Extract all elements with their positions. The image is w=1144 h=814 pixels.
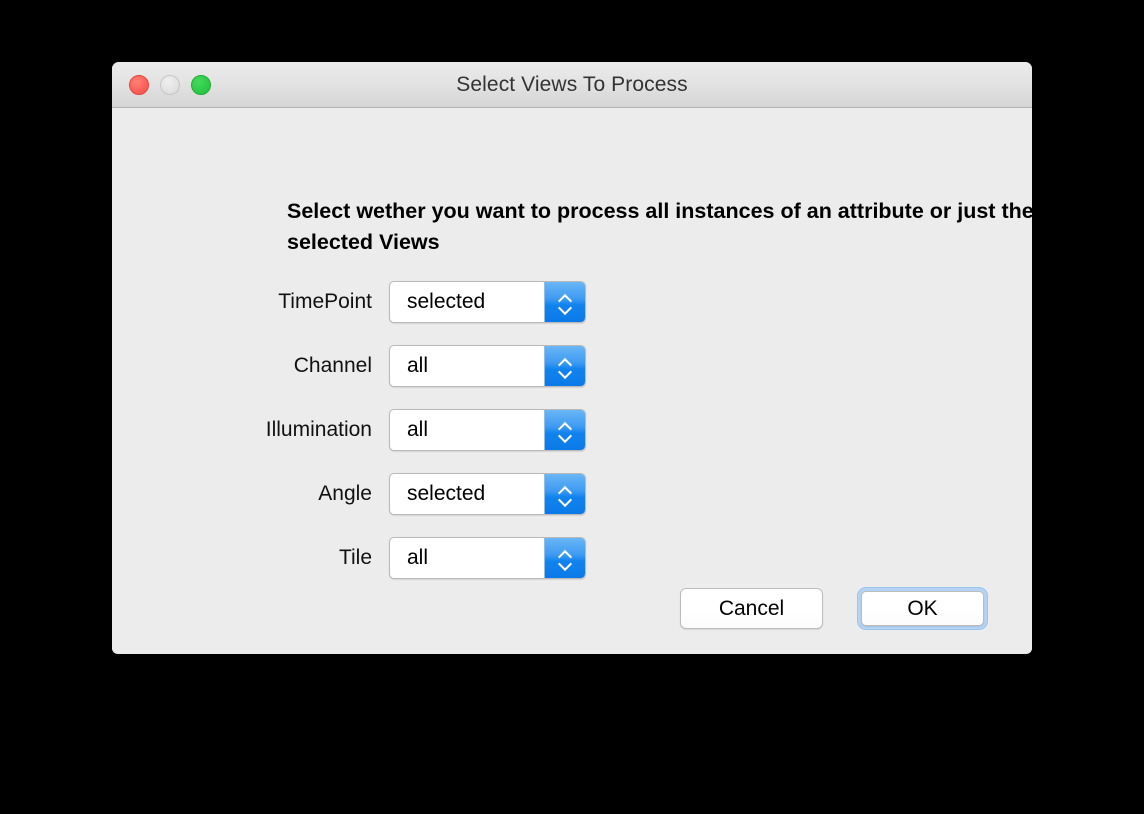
select-channel-value: all: [407, 354, 429, 377]
chevron-up-icon: [559, 294, 572, 301]
attribute-rows: TimePoint selected Channel all Illuminat…: [112, 270, 1032, 590]
chevron-up-icon: [559, 550, 572, 557]
chevron-up-icon: [559, 486, 572, 493]
select-timepoint[interactable]: selected: [389, 281, 586, 323]
select-angle[interactable]: selected: [389, 473, 586, 515]
dialog-heading: Select wether you want to process all in…: [287, 199, 1032, 254]
window-title: Select Views To Process: [456, 73, 688, 96]
row-timepoint: TimePoint selected: [112, 270, 1032, 334]
chevron-down-icon: [559, 304, 572, 311]
row-angle: Angle selected: [112, 462, 1032, 526]
chevron-down-icon: [559, 432, 572, 439]
stepper-angle[interactable]: [544, 474, 585, 514]
label-tile: Tile: [338, 546, 372, 569]
row-channel: Channel all: [112, 334, 1032, 398]
chevron-down-icon: [559, 496, 572, 503]
chevron-down-icon: [559, 368, 572, 375]
label-timepoint: TimePoint: [278, 290, 372, 313]
row-tile: Tile all: [112, 526, 1032, 590]
cancel-button[interactable]: Cancel: [680, 588, 823, 629]
row-illumination: Illumination all: [112, 398, 1032, 462]
chevron-up-icon: [559, 358, 572, 365]
select-illumination-value: all: [407, 418, 429, 441]
stepper-timepoint[interactable]: [544, 282, 585, 322]
chevron-down-icon: [559, 560, 572, 567]
ok-button-focus-ring: OK: [857, 587, 988, 630]
stepper-channel[interactable]: [544, 346, 585, 386]
label-illumination: Illumination: [265, 418, 372, 441]
select-channel[interactable]: all: [389, 345, 586, 387]
chevron-up-icon: [559, 422, 572, 429]
select-tile[interactable]: all: [389, 537, 586, 579]
stepper-tile[interactable]: [544, 538, 585, 578]
label-angle: Angle: [318, 482, 372, 505]
select-views-dialog: Select Views To Process Select wether yo…: [112, 62, 1032, 654]
ok-button[interactable]: OK: [861, 591, 984, 626]
select-illumination[interactable]: all: [389, 409, 586, 451]
stepper-illumination[interactable]: [544, 410, 585, 450]
select-angle-value: selected: [407, 482, 486, 505]
window-titlebar: Select Views To Process: [112, 62, 1032, 108]
dialog-button-bar: Cancel OK: [680, 587, 988, 630]
desktop-background: Select Views To Process Select wether yo…: [0, 0, 1144, 814]
select-tile-value: all: [407, 546, 429, 569]
select-timepoint-value: selected: [407, 290, 486, 313]
dialog-body: Select wether you want to process all in…: [112, 108, 1032, 653]
label-channel: Channel: [293, 354, 372, 377]
